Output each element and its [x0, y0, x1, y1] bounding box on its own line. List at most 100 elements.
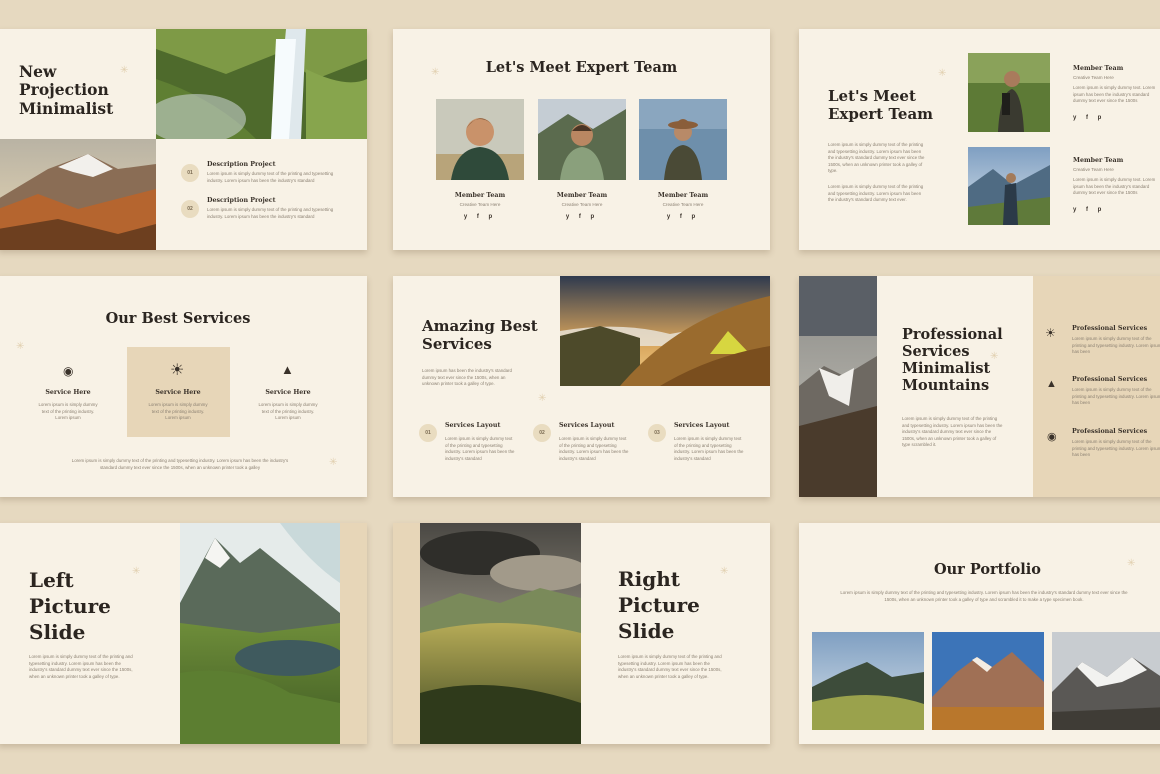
paragraph: Lorem ipsum is simply dummy text of the …	[29, 654, 133, 679]
item-number: 01	[419, 424, 437, 442]
service-text: Lorem ipsum is simply dummy text of the …	[1072, 336, 1160, 355]
award-icon: ◉	[63, 364, 74, 378]
autumn-mountain-photo	[0, 139, 156, 250]
item-number: 02	[533, 424, 551, 442]
paragraph: Lorem ipsum is simply dummy text of the …	[618, 654, 722, 679]
service-text: Lorem ipsum is simply dummy text of the …	[148, 402, 208, 421]
slide-new-projection: New Projection Minimalist ✳ 01 Descripti…	[0, 29, 367, 250]
member-photo	[538, 99, 626, 180]
slide-title: Let's Meet Expert Team	[828, 87, 934, 123]
portfolio-photo[interactable]	[932, 632, 1044, 730]
item-number: 03	[648, 424, 666, 442]
slide-title: Right Picture Slide	[618, 567, 700, 643]
slide-amazing-services: Amazing Best Services Lorem ipsum has be…	[393, 276, 770, 497]
sparkle-icon: ✳	[431, 67, 440, 78]
slide-title: Professional Services Minimalist Mountai…	[902, 326, 1003, 395]
slide-professional-services: Professional Services Minimalist Mountai…	[799, 276, 1160, 497]
service-label: Professional Services	[1072, 376, 1148, 383]
sparkle-icon: ✳	[1127, 558, 1136, 569]
slide-meet-team-2: Let's Meet Expert Team ✳ Lorem ipsum is …	[799, 29, 1160, 250]
paragraph: Lorem ipsum is simply dummy text of the …	[840, 590, 1128, 602]
service-text: Lorem ipsum is simply dummy text of the …	[1072, 387, 1160, 406]
mountain-icon: ▲	[281, 362, 294, 377]
sparkle-icon: ✳	[990, 351, 999, 362]
member-role: Creative Team Here	[1073, 167, 1114, 172]
hiker-photo	[968, 53, 1050, 132]
social-icons[interactable]: y f p	[538, 214, 626, 220]
slide-left-picture: Left Picture Slide ✳ Lorem ipsum is simp…	[0, 523, 367, 744]
sparkle-icon: ✳	[938, 68, 947, 79]
slide-meet-team: Let's Meet Expert Team ✳ Member Team Cre…	[393, 29, 770, 250]
social-icons[interactable]: y f p	[639, 214, 727, 220]
paragraph: Lorem ipsum is simply dummy text of the …	[828, 184, 924, 203]
member-name: Member Team	[1073, 157, 1124, 164]
social-icons[interactable]: y f p	[1073, 115, 1105, 121]
service-label: Professional Services	[1072, 428, 1148, 435]
sunrise-icon: ☀	[1045, 326, 1056, 340]
portfolio-photo[interactable]	[812, 632, 924, 730]
service-label: Service Here	[45, 389, 91, 396]
footer-text: Lorem ipsum is simply dummy text of the …	[71, 458, 289, 470]
item-label: Services Layout	[445, 422, 501, 429]
sparkle-icon: ✳	[538, 393, 547, 404]
lake-mountain-photo	[180, 523, 340, 744]
slide-title: Our Portfolio	[934, 561, 1041, 578]
service-label: Professional Services	[1072, 325, 1148, 332]
paragraph: Lorem ipsum has been the industry's stan…	[422, 368, 512, 387]
slide-title: Left Picture Slide	[29, 568, 111, 644]
item-number: 01	[181, 164, 199, 182]
hiker-photo	[968, 147, 1050, 225]
item-text: Lorem ipsum is simply dummy text of the …	[445, 436, 515, 461]
sparkle-icon: ✳	[720, 566, 729, 577]
sparkle-icon: ✳	[16, 341, 25, 352]
valley-photo	[420, 523, 581, 744]
member-text: Lorem ipsum is simply dummy text. Lorem …	[1073, 85, 1156, 104]
slide-title: Amazing Best Services	[422, 317, 538, 353]
member-name: Member Team	[454, 192, 506, 199]
member-text: Lorem ipsum is simply dummy text. Lorem …	[1073, 177, 1156, 196]
paragraph: Lorem ipsum is simply dummy text of the …	[902, 416, 1003, 448]
member-role: Creative Team Here	[662, 202, 704, 207]
slide-title: New Projection Minimalist	[19, 62, 114, 118]
award-icon: ◉	[1047, 431, 1057, 443]
member-photo	[436, 99, 524, 180]
item-text: Lorem ipsum is simply dummy text of the …	[674, 436, 744, 461]
social-icons[interactable]: y f p	[436, 214, 524, 220]
item-number: 02	[181, 200, 199, 218]
rocky-mountain-photo	[799, 276, 877, 497]
slide-title: Let's Meet Expert Team	[485, 59, 678, 76]
member-name: Member Team	[556, 192, 608, 199]
tent-sunset-photo	[560, 276, 770, 386]
item-text: Lorem ipsum is simply dummy text of the …	[207, 207, 334, 219]
item-label: Services Layout	[674, 422, 730, 429]
slide-right-picture: Right Picture Slide ✳ Lorem ipsum is sim…	[393, 523, 770, 744]
item-text: Lorem ipsum is simply dummy text of the …	[559, 436, 629, 461]
item-label: Services Layout	[559, 422, 615, 429]
mountain-icon: ▲	[1046, 378, 1057, 390]
service-text: Lorem ipsum is simply dummy text of the …	[1072, 439, 1160, 458]
edge-strip	[393, 523, 420, 744]
paragraph: Lorem ipsum is simply dummy text of the …	[828, 142, 925, 174]
portfolio-photo[interactable]	[1052, 632, 1160, 730]
member-name: Member Team	[1073, 65, 1124, 72]
service-text: Lorem ipsum is simply dummy text of the …	[38, 402, 98, 421]
item-label: Description Project	[207, 161, 276, 168]
item-text: Lorem ipsum is simply dummy text of the …	[207, 171, 334, 183]
service-text: Lorem ipsum is simply dummy text of the …	[258, 402, 318, 421]
member-name: Member Team	[657, 192, 709, 199]
sparkle-icon: ✳	[132, 566, 141, 577]
item-label: Description Project	[207, 197, 276, 204]
slide-portfolio: Our Portfolio ✳ Lorem ipsum is simply du…	[799, 523, 1160, 744]
sunrise-icon: ☀	[170, 362, 185, 379]
member-role: Creative Team Here	[459, 202, 501, 207]
social-icons[interactable]: y f p	[1073, 207, 1105, 213]
service-label: Service Here	[155, 389, 201, 396]
service-label: Service Here	[265, 389, 311, 396]
member-role: Creative Team Here	[561, 202, 603, 207]
slide-best-services: Our Best Services ✳ ◉ ☀ ▲ Service Here L…	[0, 276, 367, 497]
member-photo	[639, 99, 727, 180]
sparkle-icon: ✳	[329, 457, 338, 468]
member-role: Creative Team Here	[1073, 75, 1114, 80]
waterfall-photo	[156, 29, 367, 139]
sparkle-icon: ✳	[120, 65, 129, 76]
